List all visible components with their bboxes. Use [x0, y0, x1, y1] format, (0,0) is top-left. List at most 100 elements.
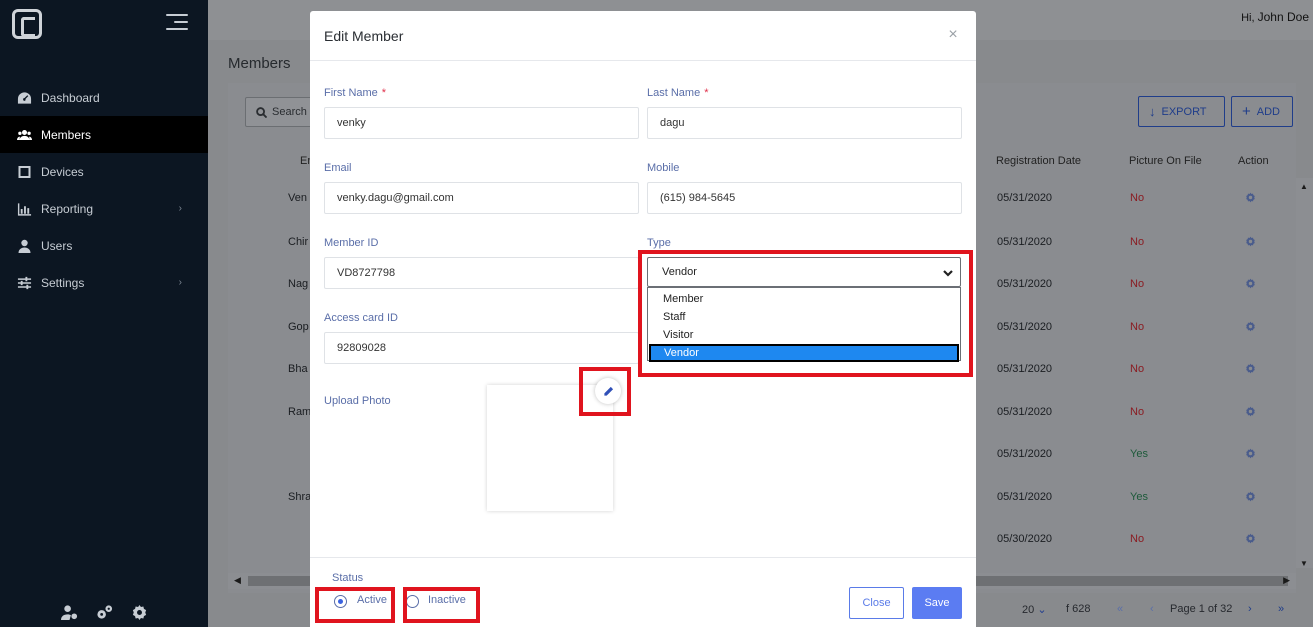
- member-name-cell: Chir: [288, 236, 309, 248]
- user-name: John Doe: [1257, 10, 1309, 24]
- last-name-input[interactable]: dagu: [647, 107, 962, 139]
- type-select[interactable]: Vendor: [647, 257, 961, 287]
- picture-on-file-cell: No: [1130, 278, 1145, 290]
- first-page-icon[interactable]: «: [1117, 603, 1123, 615]
- user-greeting[interactable]: Hi, John Doe: [1241, 10, 1309, 24]
- member-id-input[interactable]: VD8727798: [324, 257, 639, 289]
- edit-member-modal: Edit Member × First Name * venky Last Nam…: [310, 11, 976, 627]
- row-action-gear-icon[interactable]: [1245, 448, 1256, 462]
- registration-date-cell: 05/31/2020: [997, 192, 1053, 204]
- page-size-select[interactable]: 20 ⌄: [1022, 603, 1047, 616]
- type-selected-value: Vendor: [662, 266, 697, 278]
- email-input[interactable]: venky.dagu@gmail.com: [324, 182, 639, 214]
- dashboard-icon: [16, 91, 32, 105]
- scroll-down-icon[interactable]: ▼: [1300, 559, 1308, 568]
- arrow-down-icon: ↓: [1149, 104, 1156, 119]
- row-action-gear-icon[interactable]: [1245, 406, 1256, 420]
- menu-toggle-icon[interactable]: [166, 14, 188, 32]
- sidebar: Dashboard Members Devices Reporting › Us…: [0, 0, 208, 627]
- member-id-label: Member ID: [324, 237, 379, 249]
- label-text: First Name: [324, 87, 378, 99]
- sidebar-item-dashboard[interactable]: Dashboard: [0, 79, 208, 116]
- registration-date-cell: 05/30/2020: [997, 533, 1053, 545]
- column-header[interactable]: Registration Date: [996, 155, 1081, 167]
- registration-date-cell: 05/31/2020: [997, 448, 1053, 460]
- column-header[interactable]: Picture On File: [1129, 155, 1202, 167]
- sidebar-item-users[interactable]: Users: [0, 227, 208, 264]
- picture-on-file-cell: No: [1130, 192, 1145, 204]
- type-option-vendor[interactable]: Vendor: [649, 344, 959, 362]
- last-page-icon[interactable]: »: [1278, 603, 1284, 615]
- sidebar-item-label: Reporting: [41, 201, 94, 216]
- column-header[interactable]: Action: [1238, 155, 1269, 167]
- gears-icon[interactable]: [96, 604, 113, 621]
- last-name-label: Last Name *: [647, 87, 708, 99]
- chevron-right-icon: ›: [178, 277, 182, 288]
- sidebar-item-label: Dashboard: [41, 90, 100, 105]
- close-icon[interactable]: ×: [946, 27, 960, 43]
- registration-date-cell: 05/31/2020: [997, 321, 1053, 333]
- row-action-gear-icon[interactable]: [1245, 363, 1256, 377]
- row-action-gear-icon[interactable]: [1245, 321, 1256, 335]
- mobile-input[interactable]: (615) 984-5645: [647, 182, 962, 214]
- registration-date-cell: 05/31/2020: [997, 236, 1053, 248]
- next-page-icon[interactable]: ›: [1248, 603, 1252, 615]
- row-action-gear-icon[interactable]: [1245, 491, 1256, 505]
- sidebar-footer: [0, 597, 208, 627]
- sidebar-item-reporting[interactable]: Reporting ›: [0, 190, 208, 227]
- picture-on-file-cell: Yes: [1130, 448, 1148, 460]
- edit-photo-button[interactable]: [595, 378, 621, 404]
- upload-photo-label: Upload Photo: [324, 395, 391, 407]
- first-name-input[interactable]: venky: [324, 107, 639, 139]
- registration-date-cell: 05/31/2020: [997, 491, 1053, 503]
- sidebar-item-settings[interactable]: Settings ›: [0, 264, 208, 301]
- scroll-right-icon[interactable]: ▶: [1283, 575, 1290, 586]
- search-input[interactable]: Search: [245, 97, 317, 127]
- add-label: ADD: [1256, 105, 1280, 118]
- registration-date-cell: 05/31/2020: [997, 363, 1053, 375]
- sidebar-item-label: Users: [41, 238, 73, 253]
- access-card-input[interactable]: 92809028: [324, 332, 639, 364]
- sidebar-item-label: Members: [41, 127, 92, 142]
- type-dropdown-list: Member Staff Visitor Vendor: [647, 287, 961, 362]
- modal-title: Edit Member: [324, 27, 404, 44]
- sidebar-item-devices[interactable]: Devices: [0, 153, 208, 190]
- row-action-gear-icon[interactable]: [1245, 192, 1256, 206]
- type-option-member[interactable]: Member: [648, 290, 960, 308]
- member-name-cell: Ven: [288, 192, 307, 204]
- sidebar-nav: Dashboard Members Devices Reporting › Us…: [0, 79, 208, 301]
- row-action-gear-icon[interactable]: [1245, 533, 1256, 547]
- status-active-radio[interactable]: [334, 595, 347, 608]
- page-indicator: Page 1 of 32: [1170, 603, 1233, 615]
- required-marker: *: [704, 87, 709, 99]
- type-option-visitor[interactable]: Visitor: [648, 326, 960, 344]
- status-inactive-radio[interactable]: [406, 595, 419, 608]
- gear-icon[interactable]: [131, 604, 148, 621]
- add-button[interactable]: + ADD: [1231, 96, 1293, 127]
- required-marker: *: [381, 87, 387, 99]
- save-button[interactable]: Save: [912, 587, 962, 619]
- close-button[interactable]: Close: [849, 587, 904, 619]
- export-button[interactable]: ↓ EXPORT: [1138, 96, 1225, 127]
- scroll-left-icon[interactable]: ◀: [234, 575, 241, 586]
- prev-page-icon[interactable]: ‹: [1150, 603, 1154, 615]
- devices-icon: [16, 165, 32, 179]
- reporting-icon: [16, 202, 32, 216]
- vertical-scrollbar[interactable]: ▲ ▼: [1296, 178, 1313, 568]
- status-inactive-label[interactable]: Inactive: [428, 594, 466, 606]
- member-name-cell: Gop: [288, 321, 309, 333]
- page-title: Members: [228, 55, 291, 72]
- users-icon: [16, 239, 32, 253]
- mobile-label: Mobile: [647, 162, 680, 174]
- row-action-gear-icon[interactable]: [1245, 236, 1256, 250]
- status-active-label[interactable]: Active: [357, 594, 387, 606]
- type-label: Type: [647, 237, 671, 249]
- user-settings-icon[interactable]: [60, 604, 78, 621]
- row-action-gear-icon[interactable]: [1245, 278, 1256, 292]
- sidebar-item-members[interactable]: Members: [0, 116, 208, 153]
- photo-preview[interactable]: [487, 385, 613, 511]
- scroll-up-icon[interactable]: ▲: [1300, 182, 1308, 191]
- first-name-label: First Name *: [324, 87, 386, 99]
- type-option-staff[interactable]: Staff: [648, 308, 960, 326]
- app-logo-icon[interactable]: [12, 9, 42, 39]
